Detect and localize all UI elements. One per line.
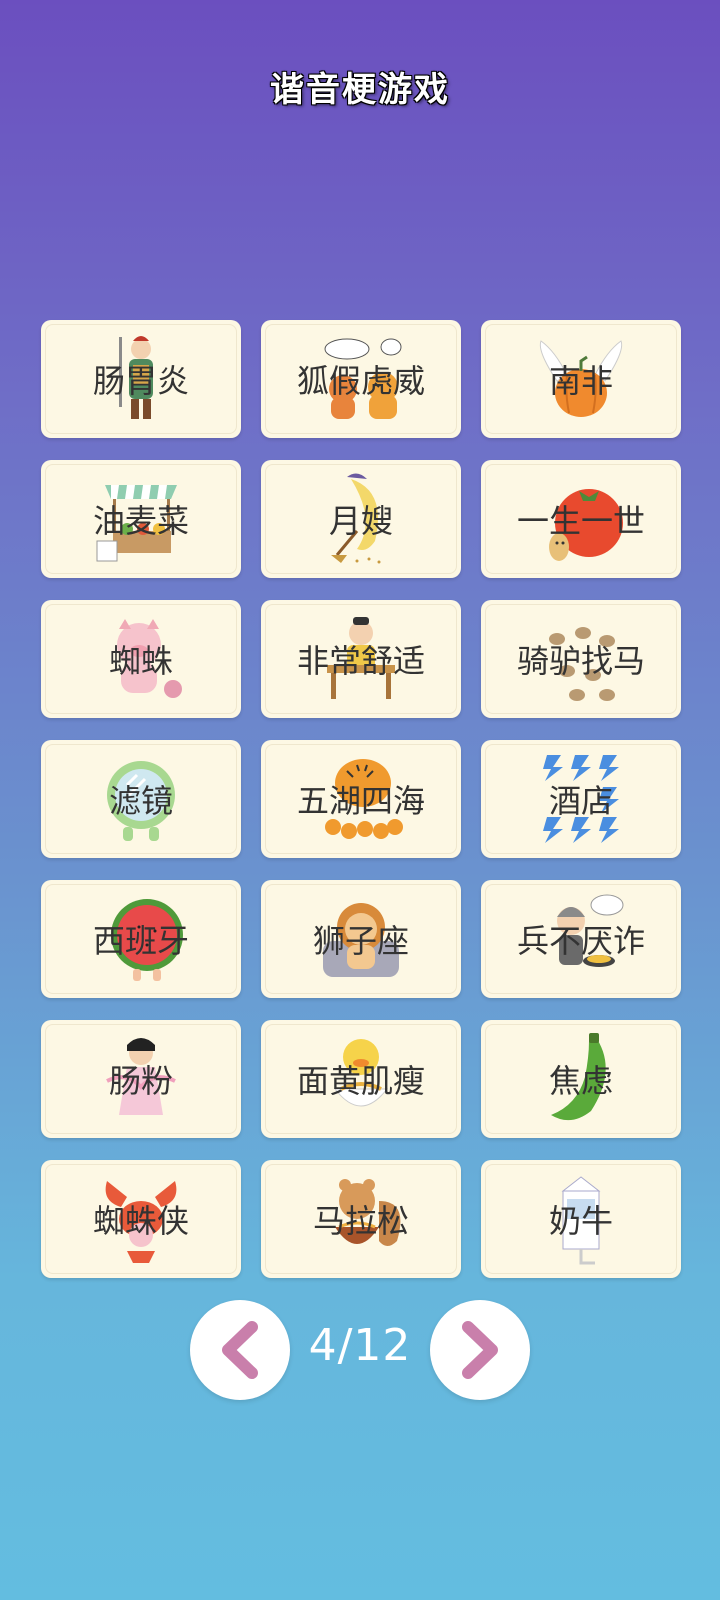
card-label: 面黄肌瘦 [296, 1062, 425, 1100]
prev-page-button[interactable] [190, 1300, 290, 1400]
card-label: 蜘蛛 [108, 642, 173, 680]
card-7[interactable]: 蜘蛛 [41, 600, 241, 718]
card-grid: 肠胃炎 狐假虎威 南非 油麦菜 月嫂 一生一世 蜘蛛 非常舒适 骑驴找马 滤镜 … [41, 320, 681, 1278]
card-label: 滤镜 [108, 782, 173, 820]
card-label: 奶牛 [548, 1202, 613, 1240]
card-label: 马拉松 [312, 1202, 409, 1240]
card-14[interactable]: 狮子座 [261, 880, 461, 998]
card-20[interactable]: 马拉松 [261, 1160, 461, 1278]
card-17[interactable]: 面黄肌瘦 [261, 1020, 461, 1138]
page-indicator: 4/12 [308, 1320, 412, 1371]
card-label: 狐假虎威 [296, 362, 425, 400]
card-19[interactable]: 蜘蛛侠 [41, 1160, 241, 1278]
card-11[interactable]: 五湖四海 [261, 740, 461, 858]
card-2[interactable]: 狐假虎威 [261, 320, 461, 438]
card-13[interactable]: 西班牙 [41, 880, 241, 998]
card-label: 五湖四海 [296, 782, 425, 820]
card-16[interactable]: 肠粉 [41, 1020, 241, 1138]
card-6[interactable]: 一生一世 [481, 460, 681, 578]
card-21[interactable]: 奶牛 [481, 1160, 681, 1278]
card-label: 月嫂 [328, 502, 393, 540]
card-label: 南非 [548, 362, 613, 400]
card-label: 焦虑 [548, 1062, 613, 1100]
next-page-button[interactable] [430, 1300, 530, 1400]
card-label: 油麦菜 [92, 502, 189, 540]
card-15[interactable]: 兵不厌诈 [481, 880, 681, 998]
card-label: 一生一世 [516, 502, 645, 540]
card-18[interactable]: 焦虑 [481, 1020, 681, 1138]
card-1[interactable]: 肠胃炎 [41, 320, 241, 438]
card-label: 骑驴找马 [516, 642, 645, 680]
pagination: 4/12 [0, 1300, 720, 1400]
card-10[interactable]: 滤镜 [41, 740, 241, 858]
card-label: 酒店 [548, 782, 613, 820]
card-label: 非常舒适 [296, 642, 425, 680]
card-9[interactable]: 骑驴找马 [481, 600, 681, 718]
card-5[interactable]: 月嫂 [261, 460, 461, 578]
card-4[interactable]: 油麦菜 [41, 460, 241, 578]
chevron-right-icon [462, 1321, 498, 1379]
card-label: 蜘蛛侠 [92, 1202, 189, 1240]
card-label: 狮子座 [312, 922, 409, 960]
card-12[interactable]: 酒店 [481, 740, 681, 858]
card-label: 肠粉 [108, 1062, 173, 1100]
card-label: 肠胃炎 [92, 362, 189, 400]
card-3[interactable]: 南非 [481, 320, 681, 438]
page-title: 谐音梗游戏 [270, 70, 450, 110]
chevron-left-icon [222, 1321, 258, 1379]
card-label: 兵不厌诈 [516, 922, 645, 960]
card-label: 西班牙 [92, 922, 189, 960]
card-8[interactable]: 非常舒适 [261, 600, 461, 718]
